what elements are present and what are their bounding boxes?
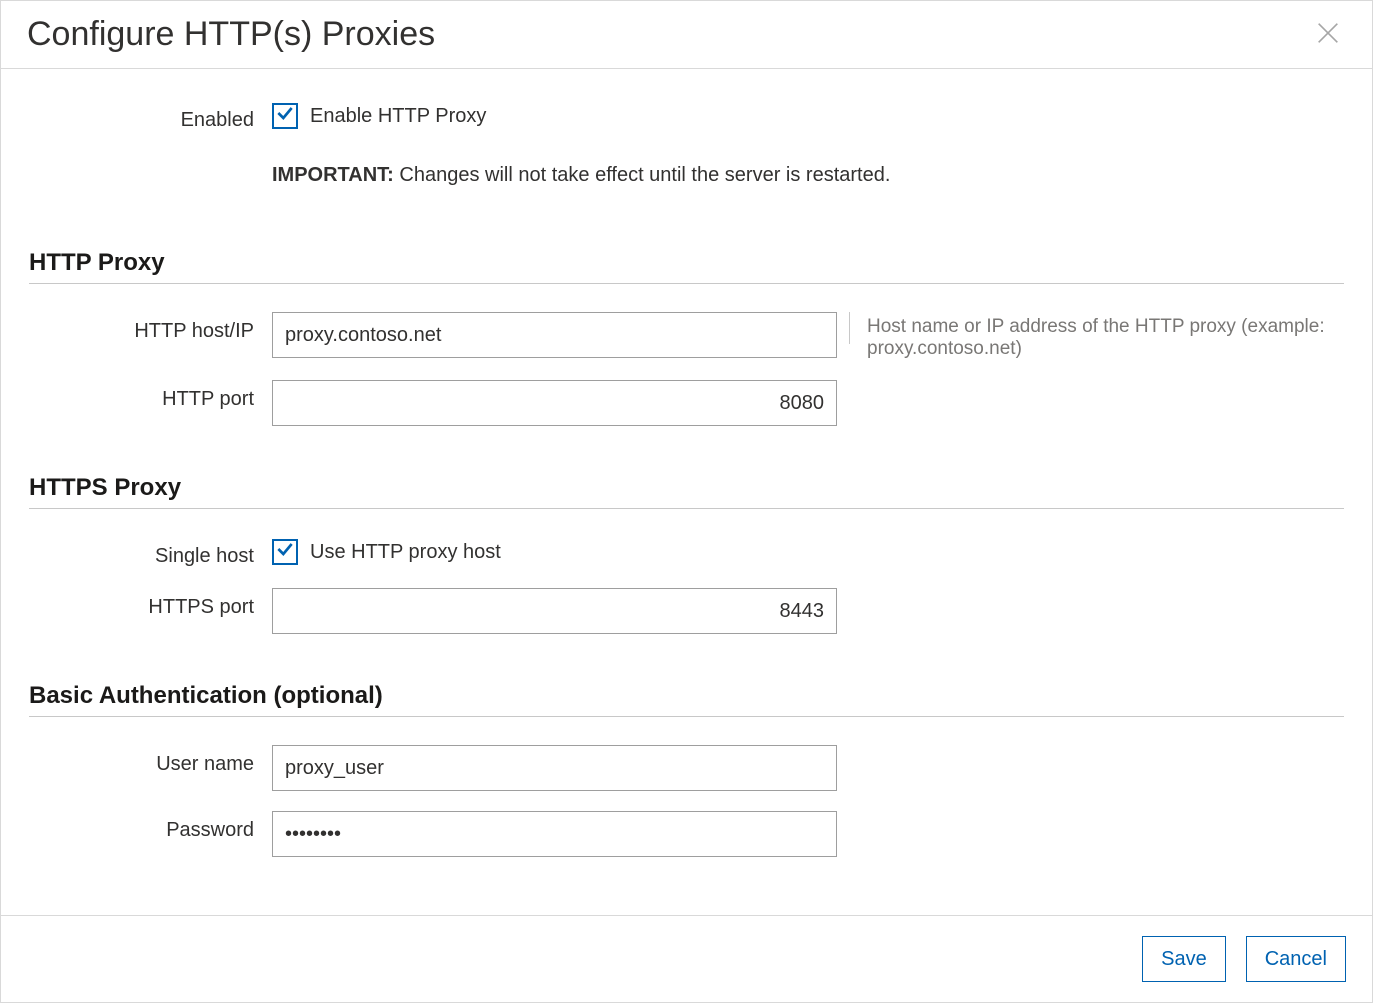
save-button[interactable]: Save [1142,936,1226,982]
single-host-row: Single host Use HTTP proxy host [29,537,1344,568]
http-proxy-section-title: HTTP Proxy [29,249,1344,284]
http-host-help: Host name or IP address of the HTTP prox… [837,312,1344,360]
http-host-row: HTTP host/IP Host name or IP address of … [29,312,1344,360]
http-port-label: HTTP port [29,380,272,411]
cancel-button[interactable]: Cancel [1246,936,1346,982]
close-button[interactable] [1310,17,1346,53]
username-input[interactable] [272,745,837,791]
use-http-proxy-host-checkbox-wrap[interactable]: Use HTTP proxy host [272,537,837,565]
checkmark-icon [275,539,295,565]
enabled-row: Enabled Enable HTTP Proxy [29,101,1344,132]
http-host-label: HTTP host/IP [29,312,272,343]
restart-notice-prefix: IMPORTANT: [272,164,394,186]
use-http-proxy-host-checkbox-label: Use HTTP proxy host [310,541,501,564]
https-proxy-section-title: HTTPS Proxy [29,474,1344,509]
close-icon [1314,19,1342,50]
dialog-header: Configure HTTP(s) Proxies [1,1,1372,69]
https-port-label: HTTPS port [29,588,272,619]
http-host-input[interactable] [272,312,837,358]
checkmark-icon [275,103,295,129]
enable-http-proxy-checkbox-label: Enable HTTP Proxy [310,105,486,128]
https-port-input[interactable] [272,588,837,634]
dialog-footer: Save Cancel [1,915,1372,1002]
single-host-label: Single host [29,537,272,568]
http-port-row: HTTP port [29,380,1344,426]
use-http-proxy-host-checkbox[interactable] [272,539,298,565]
enabled-label: Enabled [29,101,272,132]
https-port-row: HTTPS port [29,588,1344,634]
http-port-input[interactable] [272,380,837,426]
password-label: Password [29,811,272,842]
enable-http-proxy-checkbox-wrap[interactable]: Enable HTTP Proxy [272,101,837,129]
dialog-title: Configure HTTP(s) Proxies [27,15,435,54]
username-row: User name [29,745,1344,791]
dialog-body: Enabled Enable HTTP Proxy IMPORTANT: Cha… [1,69,1372,915]
restart-notice: IMPORTANT: Changes will not take effect … [272,164,1344,187]
password-row: Password [29,811,1344,857]
enable-http-proxy-checkbox[interactable] [272,103,298,129]
configure-proxies-dialog: Configure HTTP(s) Proxies Enabled [0,0,1373,1003]
username-label: User name [29,745,272,776]
basic-auth-section-title: Basic Authentication (optional) [29,682,1344,717]
password-input[interactable] [272,811,837,857]
restart-notice-text: Changes will not take effect until the s… [394,164,891,186]
